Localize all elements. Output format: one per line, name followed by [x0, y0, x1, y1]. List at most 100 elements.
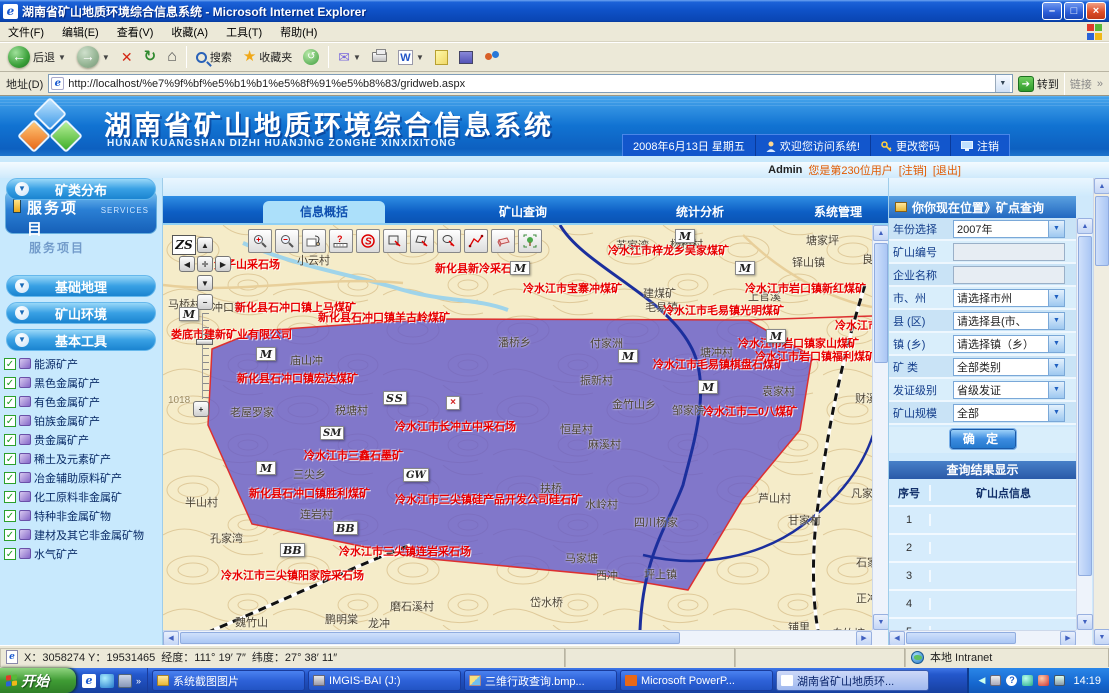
- back-caret-icon[interactable]: ▼: [58, 53, 66, 62]
- sidebar-group-button[interactable]: ▼ 基本工具: [6, 329, 156, 351]
- map-marker[interactable]: SS: [383, 391, 407, 405]
- panel-horizontal-scrollbar[interactable]: ◀ ▶: [889, 630, 1076, 645]
- zoom-minus-button[interactable]: −: [197, 294, 213, 310]
- menu-item[interactable]: 查看(V): [117, 24, 154, 40]
- map-marker[interactable]: ×: [446, 396, 460, 410]
- layer-item[interactable]: ✓ 水气矿产: [4, 544, 160, 563]
- tray-collapse-icon[interactable]: ◀: [979, 675, 986, 686]
- start-button[interactable]: 开始: [0, 668, 76, 693]
- messenger-button[interactable]: [482, 49, 502, 65]
- measure-line-button[interactable]: [464, 229, 488, 253]
- map-marker[interactable]: M: [618, 349, 638, 363]
- links-label[interactable]: 链接: [1070, 76, 1092, 92]
- zoom-slider-handle[interactable]: [196, 339, 213, 345]
- home-button[interactable]: ⌂: [165, 47, 179, 67]
- map-marker[interactable]: BB: [280, 543, 305, 557]
- quicklaunch-media-icon[interactable]: [100, 674, 114, 688]
- confirm-button[interactable]: 确 定: [950, 429, 1016, 449]
- zoom-slider-track[interactable]: [202, 313, 209, 399]
- minimize-button[interactable]: –: [1042, 2, 1062, 20]
- map-marker[interactable]: M: [256, 347, 276, 361]
- exit-text-link[interactable]: [退出]: [933, 162, 961, 178]
- print-button[interactable]: [370, 51, 389, 63]
- measure-query-button[interactable]: ?: [329, 229, 353, 253]
- zoom-in-button[interactable]: [248, 229, 272, 253]
- logout-link[interactable]: 注销: [951, 135, 1009, 157]
- layer-item[interactable]: ✓ 能源矿产: [4, 354, 160, 373]
- field-control[interactable]: 请选择市州 ▼: [953, 289, 1065, 307]
- menu-item[interactable]: 帮助(H): [280, 24, 317, 40]
- refresh-button[interactable]: ↻: [142, 47, 159, 67]
- tab-statistics[interactable]: 统计分析: [640, 201, 760, 223]
- legend-tree-button[interactable]: [518, 229, 542, 253]
- tray-help-icon[interactable]: ?: [1006, 675, 1017, 686]
- eraser-button[interactable]: [491, 229, 515, 253]
- tray-printer-icon[interactable]: [990, 675, 1001, 686]
- links-chevron-icon[interactable]: »: [1097, 78, 1103, 90]
- menu-item[interactable]: 收藏(A): [171, 24, 208, 40]
- map-vscroll-thumb[interactable]: [874, 243, 888, 363]
- field-control[interactable]: 省级发证 ▼: [953, 381, 1065, 399]
- panel-hscroll-thumb[interactable]: [906, 632, 1016, 644]
- map-marker[interactable]: M: [735, 261, 755, 275]
- research-button[interactable]: [457, 50, 475, 65]
- scroll-right-icon[interactable]: ▶: [856, 631, 872, 646]
- back-button[interactable]: ← 后退 ▼: [6, 45, 68, 69]
- polygon-select-button[interactable]: [410, 229, 434, 253]
- scroll-down-icon[interactable]: ▼: [1094, 629, 1109, 645]
- pan-left-button[interactable]: ◀: [179, 256, 195, 272]
- layer-checkbox[interactable]: ✓: [4, 415, 16, 427]
- sidebar-group-button[interactable]: ▼ 基础地理: [6, 275, 156, 297]
- map-marker[interactable]: M: [766, 329, 786, 343]
- menu-item[interactable]: 文件(F): [8, 24, 44, 40]
- field-control[interactable]: 请选择县(市、 ▼: [953, 312, 1065, 330]
- map-marker[interactable]: GW: [403, 468, 429, 482]
- layer-checkbox[interactable]: ✓: [4, 472, 16, 484]
- pan-down-button[interactable]: ▼: [197, 275, 213, 291]
- maximize-button[interactable]: □: [1064, 2, 1084, 20]
- layer-checkbox[interactable]: ✓: [4, 510, 16, 522]
- layer-checkbox[interactable]: ✓: [4, 548, 16, 560]
- circle-select-button[interactable]: [437, 229, 461, 253]
- task-button[interactable]: 三维行政查询.bmp...: [464, 670, 617, 691]
- map-vertical-scrollbar[interactable]: ▲ ▼: [872, 225, 888, 630]
- layer-item[interactable]: ✓ 冶金辅助原料矿产: [4, 468, 160, 487]
- sidebar-group-button[interactable]: ▼ 矿类分布: [6, 178, 156, 200]
- quicklaunch-desktop-icon[interactable]: [118, 674, 132, 688]
- browser-vscroll-thumb[interactable]: [1095, 196, 1109, 266]
- panel-vscroll-thumb[interactable]: [1078, 236, 1092, 576]
- layer-item[interactable]: ✓ 建材及其它非金属矿物: [4, 525, 160, 544]
- pan-center-button[interactable]: ✛: [197, 256, 213, 272]
- quicklaunch-ie-icon[interactable]: e: [82, 674, 96, 688]
- task-button[interactable]: Microsoft PowerP...: [620, 670, 773, 691]
- scroll-down-icon[interactable]: ▼: [1077, 614, 1093, 630]
- quicklaunch-more-icon[interactable]: »: [136, 676, 141, 686]
- scroll-right-icon[interactable]: ▶: [1060, 631, 1076, 646]
- task-button[interactable]: 系统截图图片: [152, 670, 305, 691]
- dropdown-arrow-icon[interactable]: ▼: [1048, 313, 1064, 329]
- layer-checkbox[interactable]: ✓: [4, 377, 16, 389]
- map-marker[interactable]: M: [675, 229, 695, 243]
- field-control[interactable]: 全部 ▼: [953, 404, 1065, 422]
- layer-checkbox[interactable]: ✓: [4, 434, 16, 446]
- sidebar-group-button[interactable]: ▼ 矿山环境: [6, 302, 156, 324]
- map-marker[interactable]: SM: [320, 426, 344, 440]
- zoom-out-button[interactable]: [275, 229, 299, 253]
- panel-vertical-scrollbar[interactable]: ▲ ▼: [1076, 218, 1092, 630]
- layer-item[interactable]: ✓ 黑色金属矿产: [4, 373, 160, 392]
- dropdown-arrow-icon[interactable]: ▼: [1048, 359, 1064, 375]
- scroll-up-icon[interactable]: ▲: [1094, 178, 1109, 194]
- word-caret-icon[interactable]: ▼: [416, 53, 424, 62]
- field-control[interactable]: 全部类别 ▼: [953, 358, 1065, 376]
- pan-up-button[interactable]: ▲: [197, 237, 213, 253]
- dropdown-arrow-icon[interactable]: ▼: [1048, 405, 1064, 421]
- map-marker[interactable]: M: [510, 261, 530, 275]
- tray-monitor-icon[interactable]: [1054, 675, 1065, 686]
- address-input[interactable]: e http://localhost/%e7%9f%bf%e5%b1%b1%e5…: [48, 74, 1013, 93]
- menu-item[interactable]: 工具(T): [226, 24, 262, 40]
- map-viewport[interactable]: 小云村苏家湾杨桥村塘家坪铎山镇良溪村花桥马桥村冲口镇上官溪建煤矿毛易镇庙山冲潘桥…: [163, 225, 872, 630]
- layer-item[interactable]: ✓ 有色金属矿产: [4, 392, 160, 411]
- tab-info-summary[interactable]: 信息概括: [263, 201, 385, 223]
- dropdown-arrow-icon[interactable]: ▼: [1048, 382, 1064, 398]
- close-button[interactable]: ×: [1086, 2, 1106, 20]
